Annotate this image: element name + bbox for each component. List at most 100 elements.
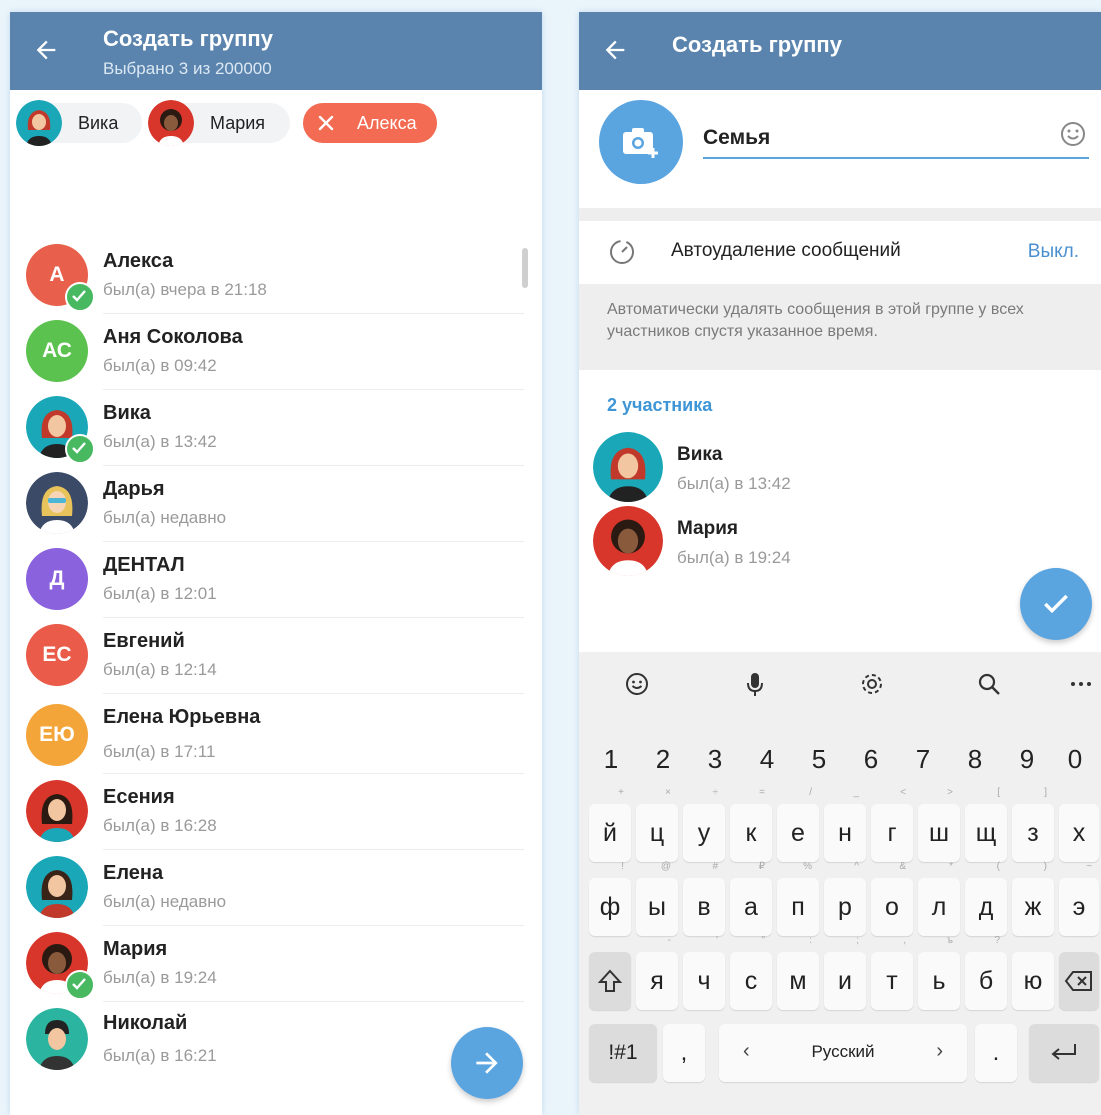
contact-row-maria[interactable]: Мария был(а) в 19:24 (10, 926, 524, 1002)
key-л[interactable]: * л (918, 862, 960, 936)
key-щ[interactable]: [щ (965, 788, 1007, 862)
key-1[interactable]: 1 (591, 744, 631, 775)
contact-row-nikolay[interactable]: Николай был(а) в 16:21 (10, 996, 524, 1086)
key-0[interactable]: 0 (1055, 744, 1095, 775)
key-ф[interactable]: ! ф (589, 862, 631, 936)
key-ц[interactable]: × ц (636, 788, 678, 862)
group-name-input[interactable]: Семья (703, 126, 770, 150)
enter-key[interactable] (1029, 1024, 1099, 1082)
contact-status: был(а) в 16:21 (103, 1046, 217, 1065)
back-arrow-icon[interactable] (32, 36, 60, 64)
key-й[interactable]: + й (589, 788, 631, 862)
autodelete-value[interactable]: Выкл. (1028, 241, 1079, 263)
key-о[interactable]: & о (871, 862, 913, 936)
spacebar[interactable]: ‹ Русский › (719, 1024, 967, 1082)
key-р[interactable]: ^ р (824, 862, 866, 936)
autodelete-label: Автоудаление сообщений (671, 240, 901, 261)
set-photo-button[interactable] (599, 100, 683, 184)
key-в[interactable]: # в (683, 862, 725, 936)
avatar (26, 856, 88, 918)
key-д[interactable]: (д (965, 862, 1007, 936)
contact-row-aleksa[interactable]: А Алекса был(а) вчера в 21:18 (10, 238, 524, 314)
contact-row-esenia[interactable]: Есения был(а) в 16:28 (10, 774, 524, 850)
contact-status: был(а) в 16:28 (103, 816, 217, 835)
contact-row-vika[interactable]: Вика был(а) в 13:42 (10, 390, 524, 466)
key-6[interactable]: 6 (851, 744, 891, 775)
contact-row-anya-sokolova[interactable]: АС Аня Соколова был(а) в 09:42 (10, 314, 524, 390)
key-2[interactable]: 2 (643, 744, 683, 775)
contact-row-elena[interactable]: Елена был(а) недавно (10, 850, 524, 926)
key-hint: / (809, 787, 812, 798)
key-3[interactable]: 3 (695, 744, 735, 775)
contact-row-elena-yurievna[interactable]: ЕЮ Елена Юрьевна был(а) в 17:11 (10, 694, 524, 774)
key-т[interactable]: ,т (871, 936, 913, 1010)
key-hint: [ (997, 787, 1000, 798)
contact-row-dental[interactable]: Д ДЕНТАЛ был(а) в 12:01 (10, 542, 524, 618)
key-8[interactable]: 8 (955, 744, 995, 775)
key-у[interactable]: ÷ у (683, 788, 725, 862)
key-з[interactable]: ] з (1012, 788, 1054, 862)
key-ж[interactable]: ) ж (1012, 862, 1054, 936)
key-с[interactable]: " с (730, 936, 772, 1010)
key-ю[interactable]: ю (1012, 952, 1054, 1010)
confirm-button[interactable] (1020, 568, 1092, 640)
symbols-key[interactable]: !#1 (589, 1024, 657, 1082)
key-label: е (791, 819, 805, 847)
microphone-icon[interactable] (741, 670, 769, 698)
contact-name: Вика (103, 402, 151, 424)
key-ш[interactable]: > ш (918, 788, 960, 862)
chip-aleksa-selected[interactable]: Алекса (303, 103, 437, 143)
key-г[interactable]: < г (871, 788, 913, 862)
key-hint: ; (856, 935, 859, 946)
key-б[interactable]: ? б (965, 936, 1007, 1010)
key-hint: % (803, 861, 812, 872)
next-button[interactable] (451, 1027, 523, 1099)
key-hint: , (903, 935, 906, 946)
emoji-icon[interactable] (623, 670, 651, 698)
settings-icon[interactable] (858, 670, 886, 698)
key-п[interactable]: % п (777, 862, 819, 936)
key-label: к (745, 819, 757, 847)
contact-row-evgeniy[interactable]: ЕС Евгений был(а) в 12:14 (10, 618, 524, 694)
member-row-maria[interactable]: Мария был(а) в 19:24 (579, 504, 1101, 578)
more-icon[interactable] (1067, 670, 1095, 698)
key-label: ы (648, 893, 666, 921)
contact-status: был(а) в 13:42 (103, 432, 217, 451)
contact-name: Дарья (103, 478, 165, 500)
key-я[interactable]: -я (636, 936, 678, 1010)
key-4[interactable]: 4 (747, 744, 787, 775)
key-э[interactable]: ~ э (1059, 862, 1099, 936)
avatar (26, 1008, 88, 1070)
remove-icon[interactable] (317, 114, 335, 132)
shift-key[interactable] (589, 952, 631, 1010)
key-ы[interactable]: @ ы (636, 862, 678, 936)
language-label: Русский (811, 1042, 875, 1061)
contact-status: был(а) в 12:01 (103, 584, 217, 603)
key-и[interactable]: ; и (824, 936, 866, 1010)
chip-vika[interactable]: Вика (16, 100, 142, 146)
key-ь[interactable]: ъь (918, 936, 960, 1010)
member-row-vika[interactable]: Вика был(а) в 13:42 (579, 430, 1101, 504)
back-arrow-icon[interactable] (601, 36, 629, 64)
key-label: э (1072, 893, 1086, 921)
period-key[interactable]: . (975, 1024, 1017, 1082)
key-х[interactable]: х (1059, 804, 1099, 862)
search-icon[interactable] (975, 670, 1003, 698)
key-label: ж (1024, 893, 1042, 921)
key-к[interactable]: = к (730, 788, 772, 862)
key-а[interactable]: ₽ а (730, 862, 772, 936)
key-н[interactable]: _ н (824, 788, 866, 862)
backspace-key[interactable] (1059, 952, 1099, 1010)
key-е[interactable]: / е (777, 788, 819, 862)
emoji-icon[interactable] (1059, 120, 1087, 148)
key-м[interactable]: :м (777, 936, 819, 1010)
key-hint: ' (716, 935, 718, 946)
contact-row-darya[interactable]: Дарья был(а) недавно (10, 466, 524, 542)
key-label: щ (975, 819, 997, 847)
chip-maria[interactable]: Мария (148, 100, 290, 146)
comma-key[interactable]: , (663, 1024, 705, 1082)
key-ч[interactable]: ' ч (683, 936, 725, 1010)
key-7[interactable]: 7 (903, 744, 943, 775)
key-9[interactable]: 9 (1007, 744, 1047, 775)
key-5[interactable]: 5 (799, 744, 839, 775)
